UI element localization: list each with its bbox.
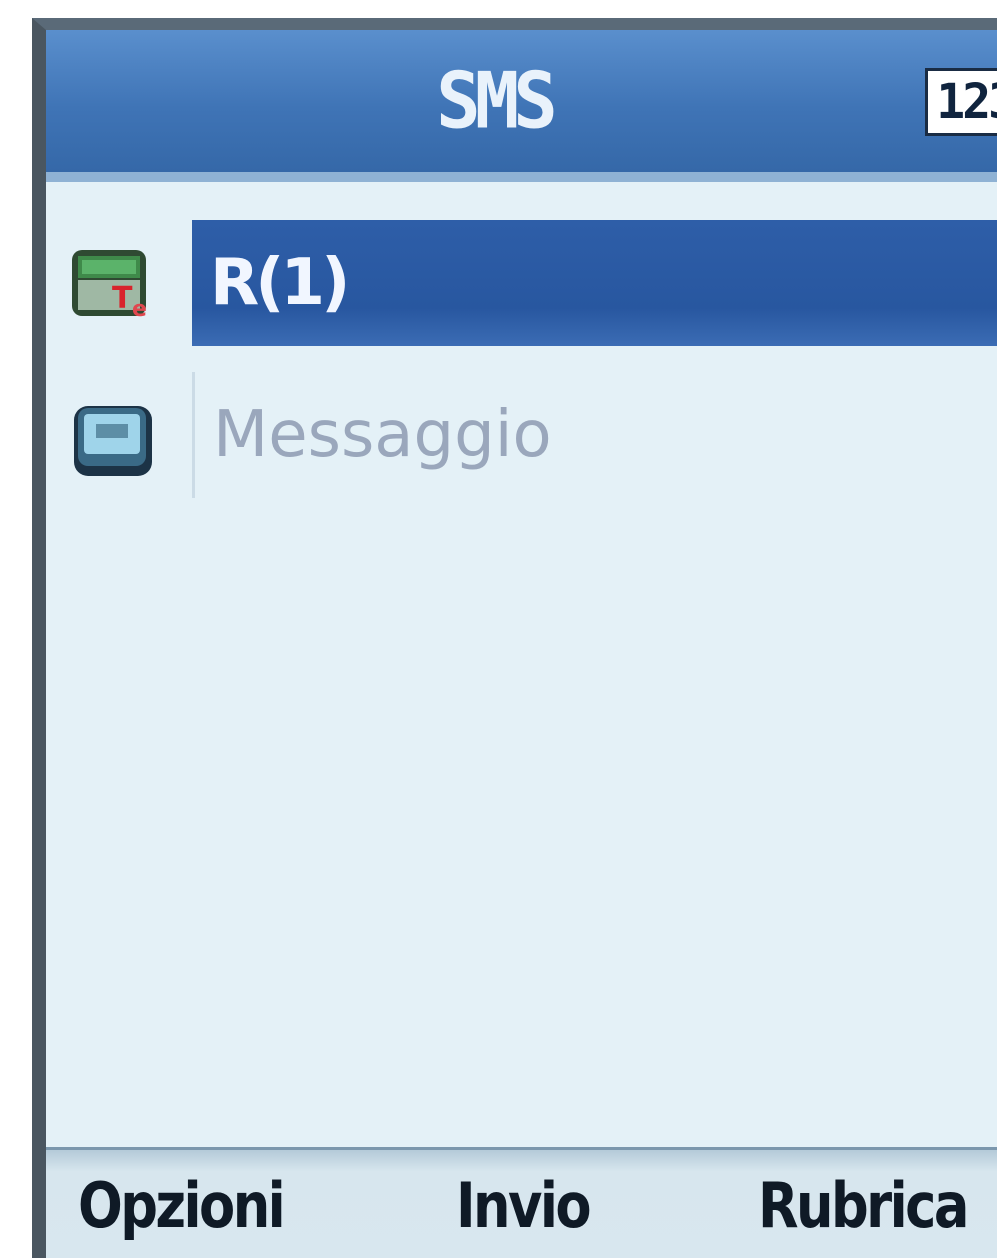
sms-option-list: T e R(1) Messaggio [46,220,997,520]
sms-template-icon: T e [68,244,158,324]
softkey-bar: Opzioni Invio Rubrica [46,1147,997,1258]
contacts-softkey[interactable]: Rubrica [758,1164,969,1248]
send-softkey[interactable]: Invio [456,1164,592,1248]
recipient-label: R(1) [192,220,997,346]
list-item-message[interactable]: Messaggio [46,370,997,520]
list-item-recipient[interactable]: T e R(1) [46,220,997,370]
phone-screen: SMS 123 T e R(1) [32,18,997,1258]
message-label: Messaggio [192,372,997,498]
svg-text:T: T [112,281,133,316]
title-bar: SMS 123 [46,30,997,182]
options-softkey[interactable]: Opzioni [78,1164,286,1248]
input-mode-badge: 123 [925,68,997,136]
message-icon [68,400,158,480]
screen-title: SMS [436,55,558,147]
svg-text:e: e [132,297,147,322]
